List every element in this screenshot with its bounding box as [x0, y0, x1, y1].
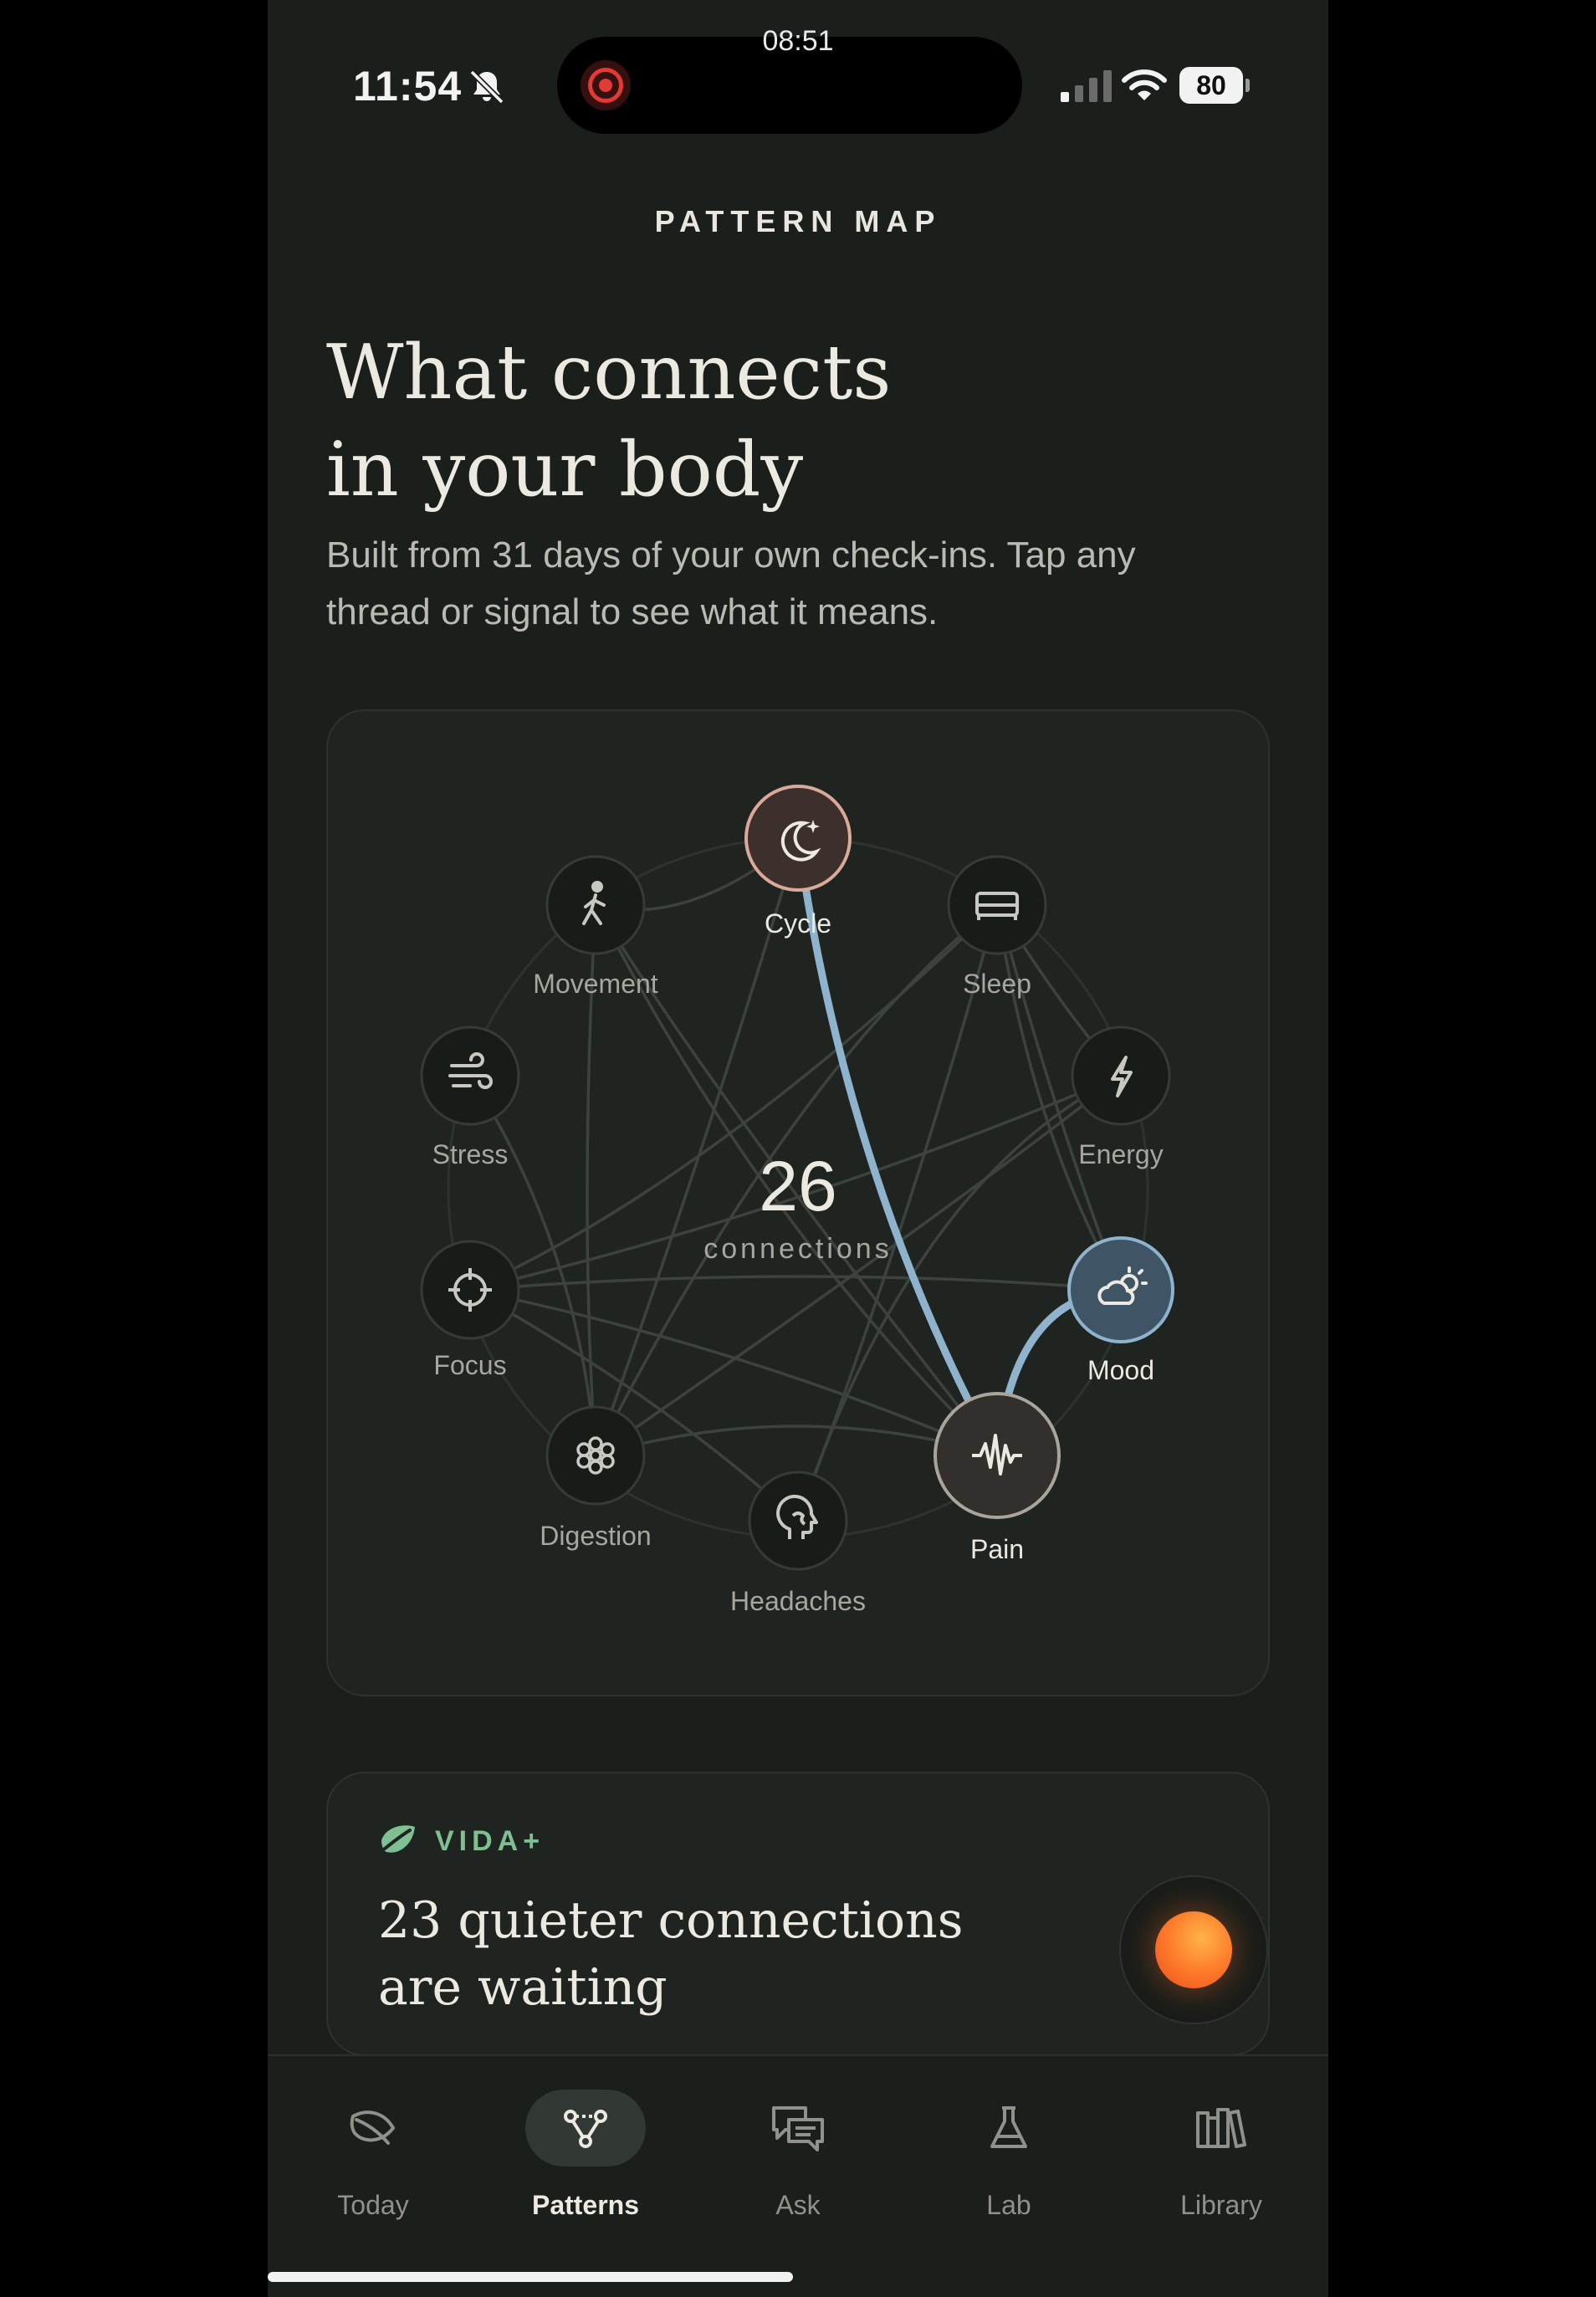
node-stress[interactable] — [420, 1026, 520, 1126]
node-label-sleep[interactable]: Sleep — [905, 969, 1089, 1000]
tab-ask[interactable]: Ask — [706, 2090, 890, 2221]
wifi-icon — [1122, 69, 1167, 100]
vida-plus-tag: VIDA+ — [435, 1825, 545, 1857]
node-label-pain[interactable]: Pain — [905, 1534, 1089, 1565]
nodes-icon — [564, 2110, 607, 2148]
tab-bar: Today Patterns Ask Lab Library — [268, 2054, 1328, 2297]
cellular-signal-icon — [1061, 70, 1112, 102]
hero-title-line1: What connects — [326, 329, 892, 417]
tab-today[interactable]: Today — [281, 2090, 465, 2221]
vida-plus-message: 23 quieter connections are waiting — [378, 1887, 1014, 2021]
vida-plus-message-line1: 23 quieter connections — [378, 1891, 964, 1950]
leaf-icon — [381, 1825, 415, 1853]
hero-subtitle: Built from 31 days of your own check-ins… — [326, 535, 1136, 632]
tab-ask-label: Ask — [775, 2190, 821, 2220]
connection-count-label: connections — [703, 1233, 893, 1265]
node-label-focus[interactable]: Focus — [378, 1350, 562, 1381]
flask-icon — [990, 2106, 1027, 2148]
phone-screen: 08:51 11:54 80 PATTERN MAP What connects… — [268, 0, 1328, 2297]
home-indicator[interactable] — [268, 2272, 793, 2282]
node-headaches[interactable] — [748, 1471, 848, 1571]
connection-line — [469, 1275, 1122, 1292]
tab-today-label: Today — [337, 2190, 409, 2220]
tab-lab-label: Lab — [986, 2190, 1031, 2220]
recording-timer: 08:51 — [762, 25, 834, 57]
connection-line — [469, 903, 999, 1292]
node-sleep[interactable] — [947, 855, 1047, 955]
node-label-cycle[interactable]: Cycle — [706, 908, 890, 939]
tab-patterns[interactable]: Patterns — [494, 2090, 678, 2221]
vida-plus-card[interactable]: VIDA+ 23 quieter connections are waiting — [326, 1772, 1270, 2056]
orb-icon — [1155, 1911, 1232, 1988]
screen-recording-icon — [581, 60, 631, 110]
tab-patterns-label: Patterns — [531, 2190, 640, 2220]
books-icon — [1196, 2108, 1246, 2148]
vida-plus-message-line2: are waiting — [378, 1958, 668, 2017]
node-label-digestion[interactable]: Digestion — [504, 1521, 688, 1552]
vida-orb-button[interactable] — [1119, 1875, 1268, 2024]
node-digestion[interactable] — [545, 1405, 646, 1506]
battery-indicator: 80 — [1179, 67, 1250, 104]
leaf-icon — [350, 2110, 396, 2145]
hero-title-line2: in your body — [326, 426, 804, 514]
tab-library[interactable]: Library — [1129, 2090, 1313, 2221]
bell-slash-icon — [469, 69, 504, 105]
node-movement[interactable] — [545, 855, 646, 955]
chat-bubbles-icon — [772, 2106, 824, 2151]
tab-library-label: Library — [1180, 2190, 1262, 2220]
pattern-map-card: 26 connections Movement Cycle Sleep Stre… — [326, 709, 1270, 1696]
hero-title: What connects in your body — [326, 325, 1163, 519]
status-time: 11:54 — [353, 63, 463, 110]
node-label-stress[interactable]: Stress — [378, 1139, 562, 1170]
node-label-mood[interactable]: Mood — [1029, 1355, 1213, 1386]
node-cycle[interactable] — [744, 785, 852, 892]
node-label-energy[interactable]: Energy — [1029, 1139, 1213, 1170]
node-pain[interactable] — [934, 1392, 1061, 1519]
page-title: PATTERN MAP — [654, 204, 942, 238]
node-label-movement[interactable]: Movement — [504, 969, 688, 1000]
node-energy[interactable] — [1071, 1026, 1171, 1126]
tab-lab[interactable]: Lab — [917, 2090, 1101, 2221]
node-label-headaches[interactable]: Headaches — [706, 1586, 890, 1617]
